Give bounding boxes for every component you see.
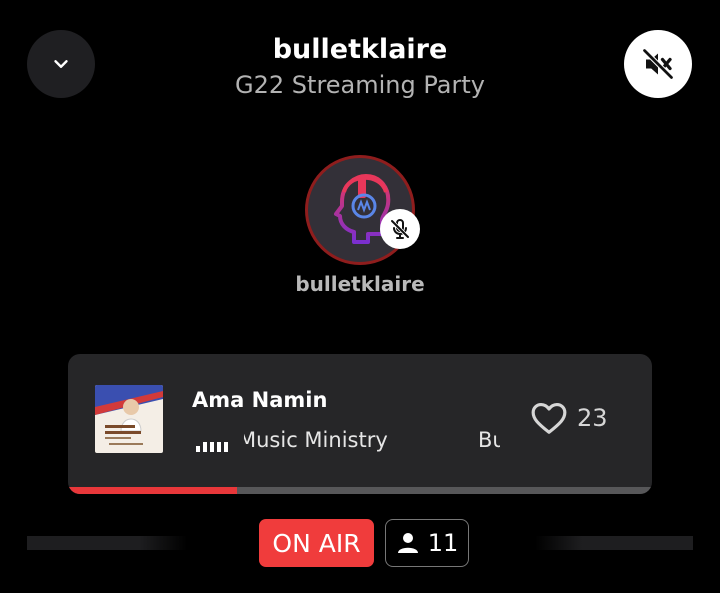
track-title: Ama Namin <box>192 388 328 412</box>
speaker-name: bulletklaire <box>295 272 425 296</box>
listener-count: 11 <box>427 529 459 557</box>
host-name: bulletklaire <box>272 34 448 65</box>
now-playing-card[interactable]: Ama Namin Music Ministry Bu 23 <box>68 354 652 494</box>
heart-icon <box>531 402 567 434</box>
artist-marquee: Music Ministry Bu <box>244 426 500 458</box>
on-air-badge: ON AIR <box>259 519 374 567</box>
divider-left <box>27 536 187 550</box>
artist-name: Music Ministry <box>244 428 388 452</box>
mute-speaker-button[interactable] <box>624 30 692 98</box>
divider-right <box>535 536 693 550</box>
listener-count-button[interactable]: 11 <box>385 519 469 567</box>
album-art <box>95 385 163 453</box>
mic-muted-badge <box>380 209 420 249</box>
artist-name-repeat: Bu <box>478 428 500 452</box>
playback-progress-fill <box>68 487 238 494</box>
equalizer-icon <box>196 436 232 452</box>
like-count: 23 <box>577 404 608 432</box>
playback-progress-bar <box>68 487 652 494</box>
room-header: bulletklaire G22 Streaming Party <box>160 30 560 100</box>
person-icon <box>397 533 418 553</box>
like-button[interactable] <box>530 400 568 436</box>
collapse-button[interactable] <box>27 30 95 98</box>
mic-off-icon <box>390 219 410 239</box>
speaker-muted-icon <box>642 48 674 80</box>
chevron-down-icon <box>54 60 68 68</box>
speaker-avatar[interactable] <box>305 155 420 265</box>
room-title: G22 Streaming Party <box>235 71 485 99</box>
